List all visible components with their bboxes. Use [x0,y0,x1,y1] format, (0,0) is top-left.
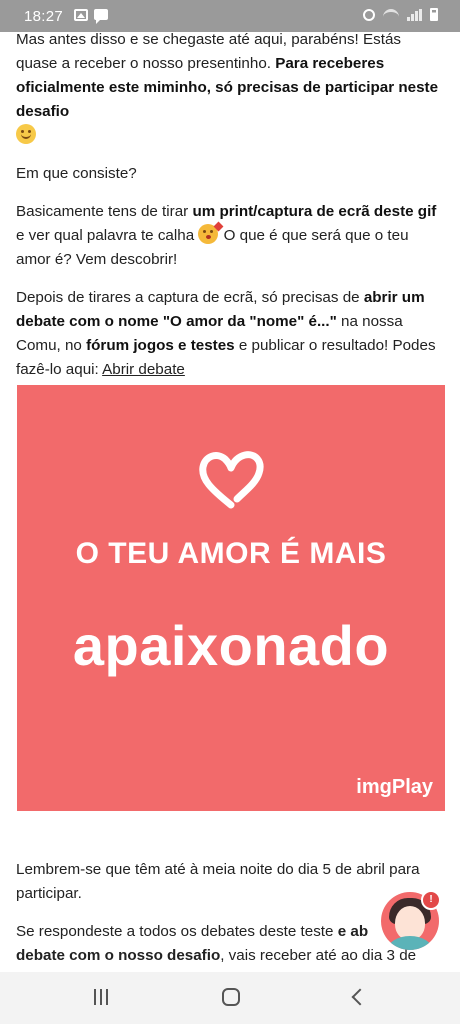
paragraph-deadline: Lembrem-se que têm até à meia noite do d… [16,861,420,902]
battery-icon [430,8,438,21]
avatar-face [395,906,425,940]
paragraph-explanation: Basicamente tens de tirar um print/captu… [16,200,444,272]
wifi-icon [383,8,399,21]
paragraph-intro: Mas antes disso e se chegaste até aqui, … [16,28,444,148]
signal-icon [407,8,422,21]
back-icon[interactable] [351,988,369,1006]
avatar-body [387,936,433,950]
reward-bold-text: e ab [337,923,369,940]
reward-bold-text-2: debate com o nosso desafio [16,947,221,964]
love-gif-image[interactable]: O TEU AMOR É MAIS apaixonado imgPlay [17,385,445,811]
paragraph-reward: Se respondeste a todos os debates deste … [16,920,444,968]
system-nav-bar [0,972,460,1024]
status-icons-right [363,8,438,21]
reward-text: Se respondeste a todos os debates deste … [16,923,338,940]
home-icon[interactable] [222,988,240,1006]
instructions-text: Depois de tirares a captura de ecrã, só … [16,289,364,306]
heart-outline-icon [199,451,264,509]
gif-result-word: apaixonado [72,614,390,677]
image-icon [74,9,88,21]
explanation-text: Basicamente tens de tirar [16,203,193,220]
post-body-bottom: Lembrem-se que têm até à meia noite do d… [16,858,444,982]
explanation-bold-text: um print/captura de ecrã deste gif [192,203,437,220]
notification-badge: ! [421,890,441,910]
status-time: 18:27 [24,8,64,25]
chat-icon [94,9,108,24]
recents-icon[interactable] [94,989,108,1005]
status-icons-left [74,9,108,24]
post-body-top: Mas antes disso e se chegaste até aqui, … [16,28,444,396]
open-debate-link[interactable]: Abrir debate [102,361,185,378]
smile-emoji-icon [16,124,36,144]
instructions-bold-text-2: fórum jogos e testes [86,337,235,354]
alarm-icon [363,8,375,21]
paragraph-question: Em que consiste? [16,165,137,182]
explanation-text-2: e ver qual palavra te calha [16,227,199,244]
paragraph-instructions: Depois de tirares a captura de ecrã, só … [16,286,444,382]
imgplay-watermark: imgPlay [356,776,433,798]
gif-title-line: O TEU AMOR É MAIS [75,537,387,570]
